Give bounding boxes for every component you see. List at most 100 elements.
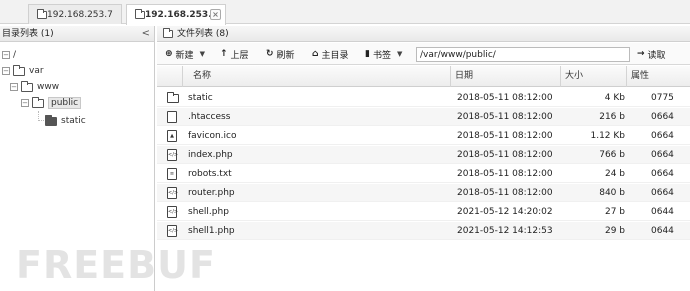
file-date: 2018-05-11 08:12:00 [457, 150, 553, 160]
refresh-button[interactable]: ↻ 刷新 [266, 47, 295, 61]
read-label: 读取 [647, 50, 666, 61]
icon-column-header [157, 66, 183, 87]
table-row[interactable]: .htaccess 2018-05-11 08:12:00 216 b 0664 [157, 108, 690, 126]
file-name: shell1.php [188, 226, 235, 236]
collapse-toggle-icon[interactable]: − [2, 67, 10, 75]
table-row[interactable]: </> shell1.php 2021-05-12 14:12:53 29 b … [157, 222, 690, 240]
file-attr: 0775 [651, 93, 674, 103]
folder-icon [37, 9, 47, 19]
name-column-header[interactable]: 名称 [183, 66, 451, 87]
caret-down-icon: ▼ [199, 50, 205, 58]
file-date: 2021-05-12 14:12:53 [457, 226, 553, 236]
close-icon[interactable]: × [210, 9, 221, 20]
folder-icon [21, 80, 33, 92]
file-date: 2018-05-11 08:12:00 [457, 188, 553, 198]
file-attr: 0664 [651, 169, 674, 179]
table-row[interactable]: </> router.php 2018-05-11 08:12:00 840 b… [157, 184, 690, 202]
tree-node-static[interactable]: static [45, 114, 86, 128]
collapse-toggle-icon[interactable]: − [2, 51, 10, 59]
size-column-header[interactable]: 大小 [561, 66, 627, 87]
refresh-icon: ↻ [266, 49, 274, 59]
tree-node-label: / [13, 50, 17, 60]
tree-node-public[interactable]: − public [21, 96, 82, 110]
file-size: 216 b [599, 112, 625, 122]
tree-node-www[interactable]: − www [10, 80, 59, 94]
file-list-header: 文件列表 (8) [157, 26, 690, 42]
file-attr: 0664 [651, 131, 674, 141]
file-size: 24 b [604, 169, 625, 179]
file-attr: 0664 [651, 112, 674, 122]
file-attr: 0644 [651, 207, 674, 217]
table-row[interactable]: </> index.php 2018-05-11 08:12:00 766 b … [157, 146, 690, 164]
text-file-icon: ≡ [167, 168, 177, 180]
file-name: index.php [188, 150, 233, 160]
up-label: 上层 [230, 50, 249, 61]
read-button[interactable]: → 读取 [637, 47, 666, 61]
code-file-icon: </> [167, 149, 178, 161]
new-label: 新建 [175, 50, 194, 61]
file-date: 2018-05-11 08:12:00 [457, 131, 553, 141]
up-button[interactable]: ↑ 上层 [220, 47, 249, 61]
watermark: FREEBUF [16, 243, 216, 287]
collapse-toggle-icon[interactable]: − [21, 99, 29, 107]
tree-node-label: www [37, 82, 60, 92]
folder-icon [45, 114, 57, 126]
file-size: 766 b [599, 150, 625, 160]
tree-node-label: var [29, 66, 44, 76]
code-file-icon: </> [167, 187, 178, 199]
image-file-icon: ▲ [167, 130, 177, 142]
folder-icon [167, 92, 179, 103]
file-size: 27 b [604, 207, 625, 217]
bookmark-label: 书签 [372, 50, 391, 61]
plus-circle-icon: ⊕ [165, 49, 173, 59]
file-list-title: 文件列表 (8) [177, 28, 229, 39]
file-attr: 0664 [651, 188, 674, 198]
folder-icon [135, 9, 145, 19]
file-name: .htaccess [188, 112, 231, 122]
table-row[interactable]: ▲ favicon.ico 2018-05-11 08:12:00 1.12 K… [157, 127, 690, 145]
file-attr: 0664 [651, 150, 674, 160]
path-input[interactable] [416, 47, 630, 62]
tab-connection-1[interactable]: 192.168.253.7 [28, 4, 122, 24]
code-file-icon: </> [167, 225, 178, 237]
home-button[interactable]: ⌂ 主目录 [312, 47, 348, 61]
code-file-icon: </> [167, 206, 178, 218]
directory-panel-header: 目录列表 (1) < [0, 26, 155, 42]
bookmark-button[interactable]: ▮ 书签 ▼ [365, 47, 402, 61]
home-icon: ⌂ [312, 49, 319, 59]
file-size: 29 b [604, 226, 625, 236]
date-column-header[interactable]: 日期 [451, 66, 561, 87]
file-date: 2021-05-12 14:20:02 [457, 207, 553, 217]
tree-node-label: static [61, 116, 86, 126]
tab-label: 192.168.253.7 [47, 9, 113, 20]
folder-icon [13, 64, 25, 76]
file-date: 2018-05-11 08:12:00 [457, 112, 553, 122]
file-name: robots.txt [188, 169, 232, 179]
toolbar: ⊕ 新建 ▼ ↑ 上层 ↻ 刷新 ⌂ 主目录 ▮ 书签 ▼ → 读取 [157, 43, 690, 65]
tab-connection-2[interactable]: 192.168.253.7 × [126, 4, 226, 25]
file-grid-header: 名称 日期 大小 属性 [157, 66, 690, 87]
refresh-label: 刷新 [276, 50, 295, 61]
tree-node-root[interactable]: − / [2, 48, 16, 62]
file-date: 2018-05-11 08:12:00 [457, 93, 553, 103]
arrow-right-icon: → [637, 49, 645, 59]
table-row[interactable]: static 2018-05-11 08:12:00 4 Kb 0775 [157, 89, 690, 107]
caret-down-icon: ▼ [396, 50, 403, 58]
table-row[interactable]: ≡ robots.txt 2018-05-11 08:12:00 24 b 06… [157, 165, 690, 183]
tree-connector [38, 111, 44, 121]
table-row[interactable]: </> shell.php 2021-05-12 14:20:02 27 b 0… [157, 203, 690, 221]
folder-icon [163, 27, 173, 38]
folder-icon [32, 96, 44, 108]
file-name: router.php [188, 188, 235, 198]
new-button[interactable]: ⊕ 新建 ▼ [165, 47, 205, 61]
file-size: 4 Kb [604, 93, 625, 103]
attr-column-header[interactable]: 属性 [627, 66, 690, 87]
file-attr: 0644 [651, 226, 674, 236]
collapse-icon[interactable]: < [142, 26, 150, 42]
file-name: favicon.ico [188, 131, 237, 141]
bookmark-icon: ▮ [365, 49, 370, 59]
collapse-toggle-icon[interactable]: − [10, 83, 18, 91]
tree-node-var[interactable]: − var [2, 64, 44, 78]
file-size: 1.12 Kb [590, 131, 625, 141]
file-date: 2018-05-11 08:12:00 [457, 169, 553, 179]
